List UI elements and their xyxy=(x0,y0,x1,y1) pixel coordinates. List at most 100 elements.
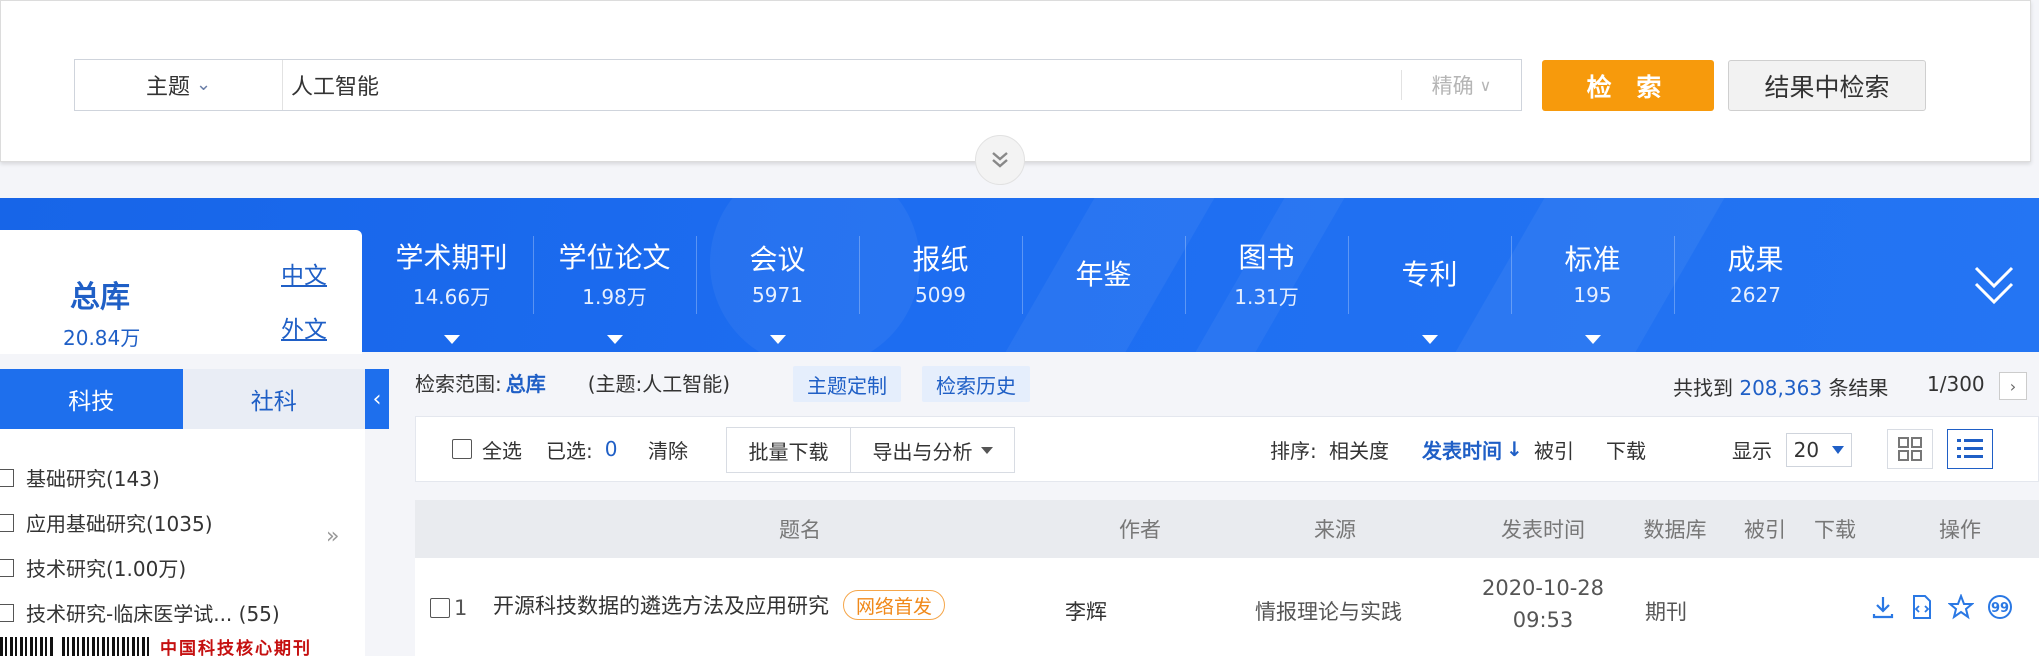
more-categories-chevron-icon[interactable] xyxy=(1972,262,2016,310)
sort-publish-date[interactable]: 发表时间 ↓ xyxy=(1422,417,1523,481)
facet-checkbox[interactable] xyxy=(0,513,14,532)
sort-cited[interactable]: 被引 xyxy=(1534,417,1574,481)
clear-selection-button[interactable]: 清除 xyxy=(648,417,688,481)
caret-down-icon[interactable] xyxy=(1421,335,1438,344)
category-tab[interactable]: 图书 1.31万 xyxy=(1185,198,1348,352)
select-all[interactable]: 全选 xyxy=(452,417,522,481)
caret-down-icon xyxy=(1832,446,1845,454)
category-name: 报纸 xyxy=(912,243,969,276)
topic-custom-button[interactable]: 主题定制 xyxy=(793,366,901,402)
row-checkbox[interactable] xyxy=(430,598,450,618)
column-header-download: 下载 xyxy=(1814,518,1856,542)
category-tab[interactable]: 会议 5971 xyxy=(696,198,859,352)
library-card[interactable]: 总库 20.84万 中文 外文 xyxy=(0,230,362,354)
search-panel: 主题 ⌄ 人工智能 精确 ∨ 检 索 结果中检索 xyxy=(0,0,2031,162)
result-count-value: 208,363 xyxy=(1739,376,1823,400)
discipline-tabs: 科技 社科 xyxy=(0,369,365,439)
search-button[interactable]: 检 索 xyxy=(1542,60,1714,111)
category-name: 成果 xyxy=(1727,243,1784,276)
search-within-results-button[interactable]: 结果中检索 xyxy=(1728,60,1926,111)
results-toolbar: 全选 已选: 0 清除 批量下载 导出与分析 排序: 相关度 发表时间 ↓ 被引… xyxy=(415,416,2039,482)
row-index: 1 xyxy=(454,596,468,620)
caret-down-icon[interactable] xyxy=(1584,335,1601,344)
facet-list: 基础研究(143) 应用基础研究(1035) 技术研究(1.00万) 技术研究-… xyxy=(0,429,365,656)
category-count: 5099 xyxy=(915,283,966,307)
page-size-select[interactable]: 20 xyxy=(1786,433,1852,467)
category-tab[interactable]: 年鉴 xyxy=(1022,198,1185,352)
category-tab[interactable]: 报纸 5099 xyxy=(859,198,1022,352)
journal-logo: 中国科技核心期刊 xyxy=(160,639,312,656)
caret-down-icon[interactable] xyxy=(443,335,460,344)
row-source-link[interactable]: 情报理论与实践 xyxy=(1255,596,1402,626)
category-tab[interactable]: 专利 xyxy=(1348,198,1511,352)
column-header-database: 数据库 xyxy=(1643,518,1707,542)
search-input[interactable]: 人工智能 xyxy=(283,69,1401,101)
row-date: 2020-10-28 09:53 xyxy=(1473,576,1613,632)
facet-item[interactable]: 基础研究(143) xyxy=(0,463,160,492)
caret-down-icon xyxy=(980,446,993,454)
row-author-link[interactable]: 李辉 xyxy=(1065,596,1107,626)
column-header-title: 题名 xyxy=(779,518,821,542)
grid-view-icon xyxy=(1898,437,1922,461)
category-count: 1.31万 xyxy=(1234,284,1299,309)
page-indicator: 1/300 xyxy=(1927,372,1985,396)
row-select[interactable]: 1 xyxy=(430,596,467,620)
caret-down-icon[interactable] xyxy=(769,335,786,344)
tab-social-science[interactable]: 社科 xyxy=(182,369,365,429)
export-analysis-label: 导出与分析 xyxy=(872,439,973,464)
expand-search-toggle[interactable] xyxy=(975,135,1025,185)
lang-link-foreign[interactable]: 外文 xyxy=(281,310,327,344)
scope-library: 总库 xyxy=(505,372,546,396)
sort-download[interactable]: 下载 xyxy=(1606,417,1646,481)
facet-checkbox[interactable] xyxy=(0,558,14,577)
search-box: 主题 ⌄ 人工智能 精确 ∨ xyxy=(74,59,1522,111)
caret-down-icon[interactable] xyxy=(606,335,623,344)
double-chevron-down-icon xyxy=(992,152,1008,168)
category-tab[interactable]: 成果 2627 xyxy=(1674,198,1837,352)
library-count: 20.84万 xyxy=(63,326,141,350)
html-read-icon[interactable] xyxy=(1909,594,1935,620)
online-first-badge: 网络首发 xyxy=(843,590,946,620)
category-tabs: 学术期刊 14.66万 学位论文 1.98万 会议 5971 报纸 5099 年鉴 图书 1.31万… xyxy=(370,198,1837,352)
grid-view-button[interactable] xyxy=(1887,429,1933,469)
search-field-label: 主题 xyxy=(145,75,190,100)
column-header-cited: 被引 xyxy=(1744,518,1786,542)
category-tab[interactable]: 学位论文 1.98万 xyxy=(533,198,696,352)
column-header-author: 作者 xyxy=(1119,518,1161,542)
facet-label: 应用基础研究(1035) xyxy=(26,512,213,536)
list-view-icon xyxy=(1957,439,1983,458)
scope-label: 检索范围: xyxy=(415,372,502,396)
select-all-checkbox[interactable] xyxy=(452,439,472,459)
column-header-actions: 操作 xyxy=(1939,518,1981,542)
library-title[interactable]: 总库 xyxy=(70,272,130,316)
list-view-button[interactable] xyxy=(1947,429,1993,469)
cite-icon[interactable]: 99 xyxy=(1987,594,2013,620)
export-analysis-button[interactable]: 导出与分析 xyxy=(850,427,1015,473)
category-tab[interactable]: 学术期刊 14.66万 xyxy=(370,198,533,352)
facet-item[interactable]: 技术研究-临床医学试... (55) xyxy=(0,598,280,627)
row-title-link[interactable]: 开源科技数据的遴选方法及应用研究 xyxy=(493,590,829,620)
chevron-down-icon: ∨ xyxy=(1479,75,1492,95)
facet-item[interactable]: 应用基础研究(1035) xyxy=(0,508,213,537)
category-count: 14.66万 xyxy=(412,284,491,309)
next-page-button[interactable]: › xyxy=(1999,372,2027,400)
search-history-button[interactable]: 检索历史 xyxy=(922,366,1030,402)
download-icon[interactable] xyxy=(1870,594,1896,620)
favorite-star-icon[interactable] xyxy=(1948,594,1974,620)
facet-checkbox[interactable] xyxy=(0,468,14,487)
column-header-date: 发表时间 xyxy=(1501,518,1585,542)
facet-checkbox[interactable] xyxy=(0,603,14,622)
sort-relevance[interactable]: 相关度 xyxy=(1329,417,1389,481)
collapse-sidebar-button[interactable]: ‹ xyxy=(365,369,389,429)
selected-indicator: 已选: 0 xyxy=(546,417,617,481)
search-field-select[interactable]: 主题 ⌄ xyxy=(75,60,283,110)
match-mode-select[interactable]: 精确 ∨ xyxy=(1401,70,1521,100)
lang-link-chinese[interactable]: 中文 xyxy=(281,256,327,290)
facet-item[interactable]: 技术研究(1.00万) xyxy=(0,553,186,582)
result-count-suffix: 条结果 xyxy=(1828,376,1889,400)
facet-more-toggle[interactable]: » xyxy=(326,524,339,549)
tab-science-tech[interactable]: 科技 xyxy=(0,369,183,439)
category-tab[interactable]: 标准 195 xyxy=(1511,198,1674,352)
sort-label: 排序: xyxy=(1270,438,1317,463)
batch-download-button[interactable]: 批量下载 xyxy=(726,427,851,473)
